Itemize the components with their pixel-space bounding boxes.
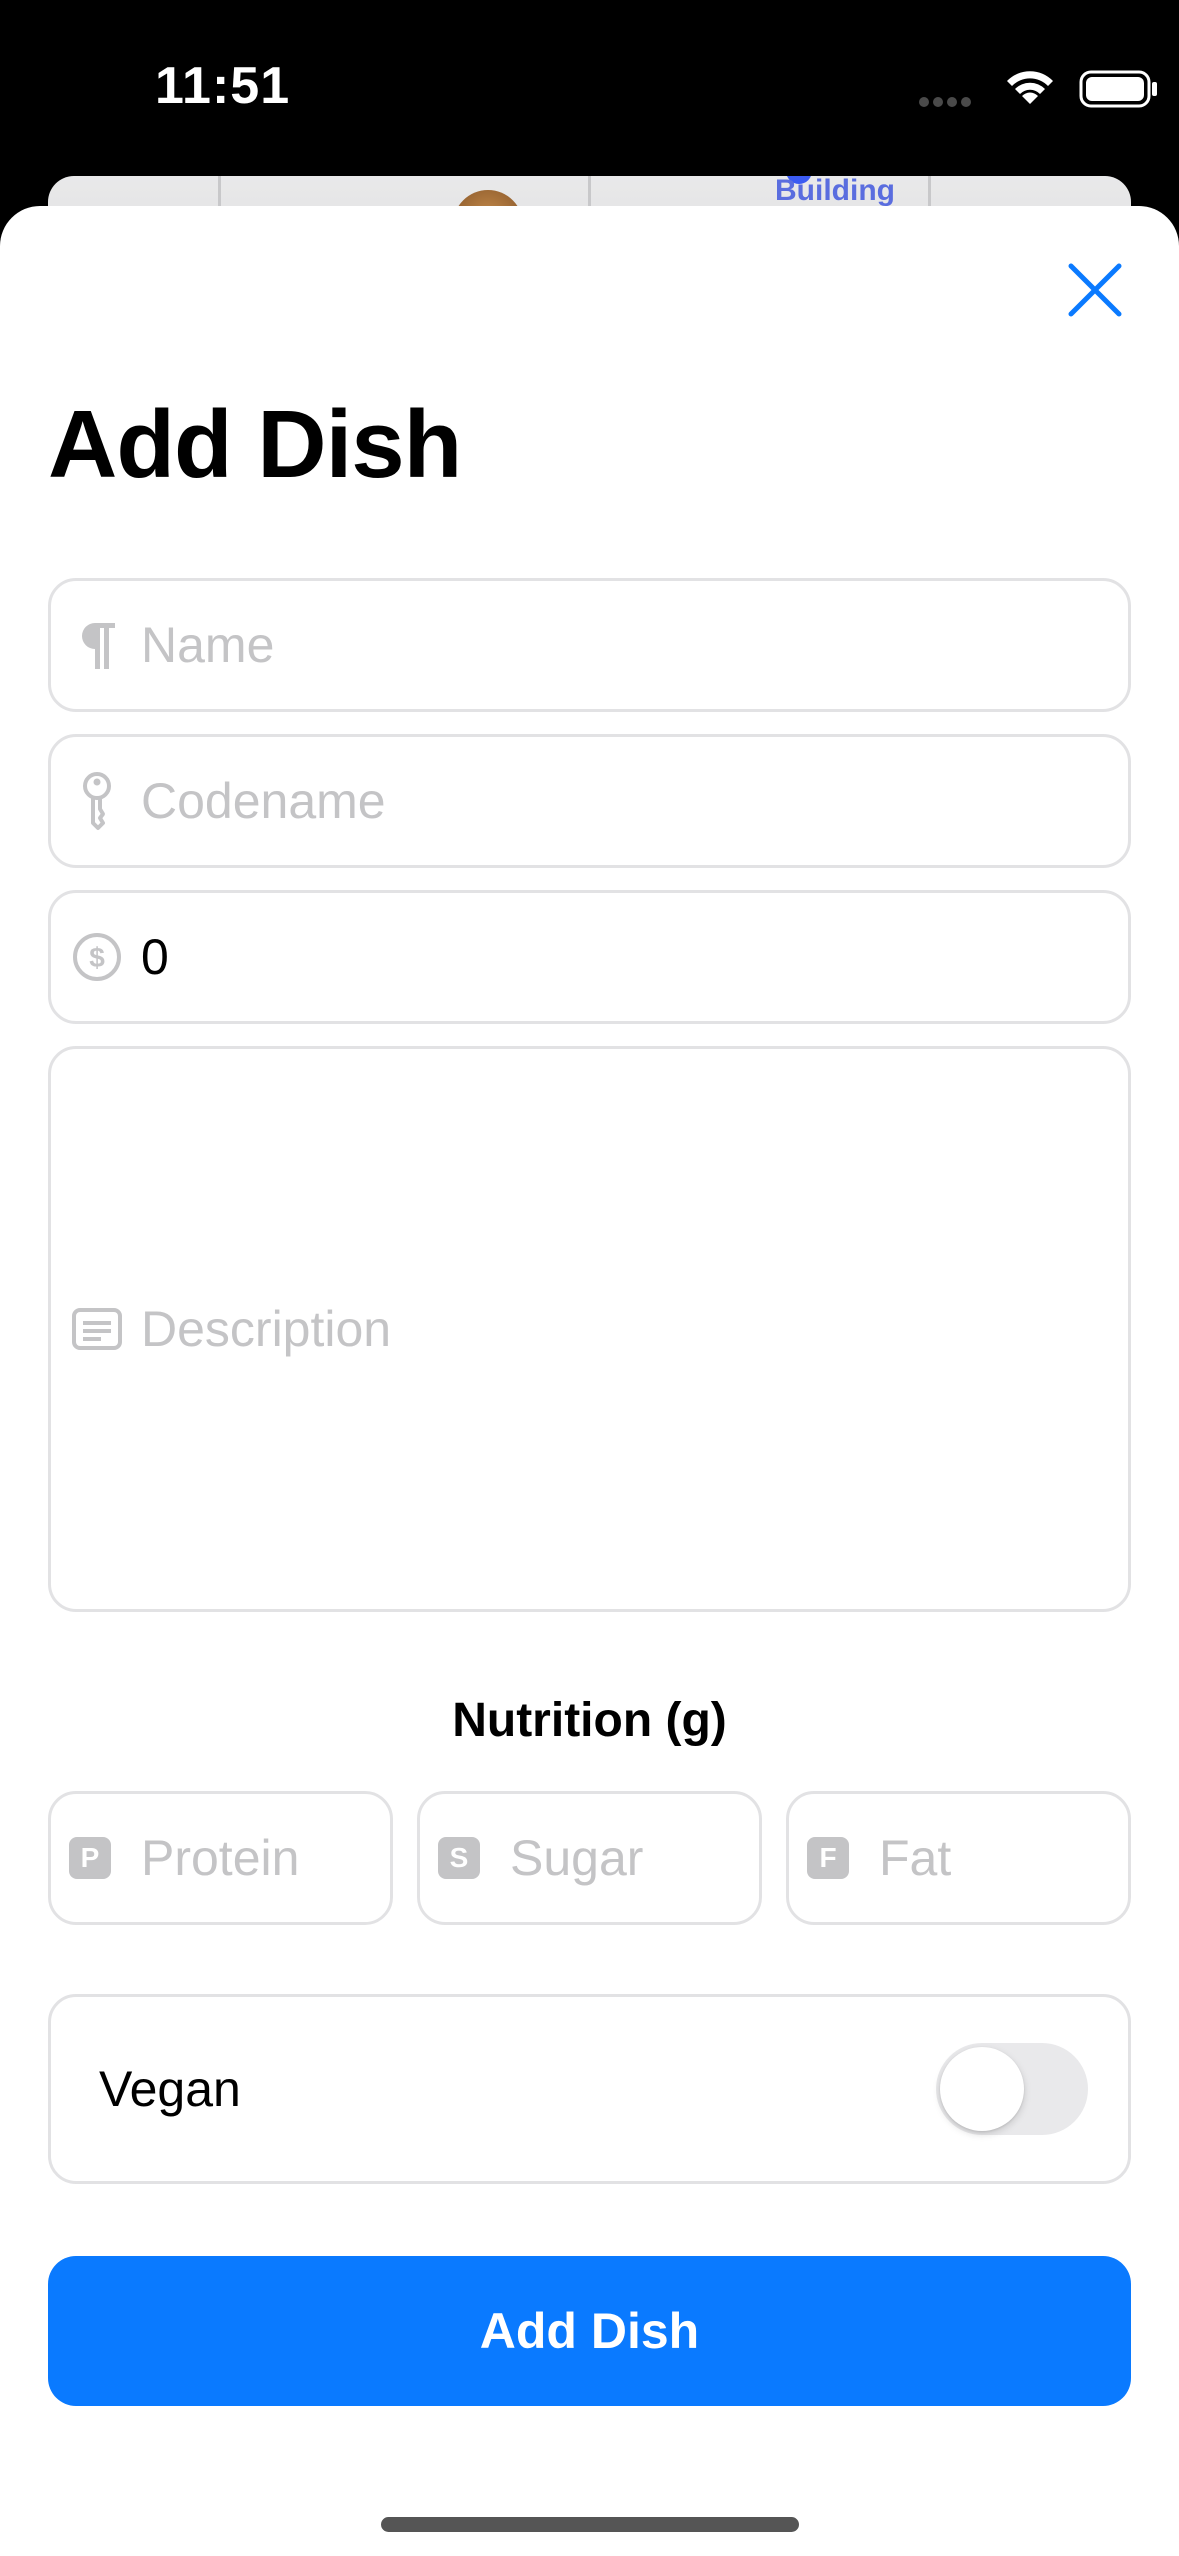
add-dish-button[interactable]: Add Dish (48, 2256, 1131, 2406)
vegan-label: Vegan (99, 2061, 241, 2117)
vegan-toggle[interactable] (936, 2043, 1088, 2135)
protein-field[interactable]: P Protein (48, 1791, 393, 1925)
codename-field[interactable]: Codename (48, 734, 1131, 868)
close-icon (1068, 263, 1122, 317)
close-button[interactable] (1062, 257, 1128, 323)
home-indicator[interactable] (381, 2517, 799, 2532)
name-field[interactable]: Name (48, 578, 1131, 712)
sugar-placeholder: Sugar (510, 1830, 644, 1886)
wifi-icon (1007, 71, 1053, 104)
status-time: 11:51 (155, 57, 291, 115)
protein-placeholder: Protein (141, 1830, 300, 1886)
battery-icon (1079, 70, 1157, 108)
toggle-knob (940, 2047, 1024, 2131)
codename-placeholder: Codename (141, 773, 386, 829)
vegan-row: Vegan (48, 1994, 1131, 2184)
status-bar: 11:51 (0, 0, 1179, 180)
paragraph-icon (69, 617, 125, 673)
sugar-badge-icon: S (438, 1837, 480, 1879)
sugar-field[interactable]: S Sugar (417, 1791, 762, 1925)
svg-text:$: $ (89, 942, 105, 973)
dollar-circle-icon: $ (69, 929, 125, 985)
map-place-label: Building (775, 176, 895, 207)
protein-badge-icon: P (69, 1837, 111, 1879)
name-placeholder: Name (141, 617, 275, 673)
cellular-signal-icon (919, 94, 979, 107)
price-field[interactable]: $ 0 (48, 890, 1131, 1024)
key-icon (69, 772, 125, 830)
price-value: 0 (141, 929, 169, 985)
description-field[interactable]: Description (48, 1046, 1131, 1612)
text-box-icon (69, 1301, 125, 1357)
nutrition-heading: Nutrition (g) (452, 1694, 727, 1747)
fat-badge-icon: F (807, 1837, 849, 1879)
fat-placeholder: Fat (879, 1830, 952, 1886)
fat-field[interactable]: F Fat (786, 1791, 1131, 1925)
page-title: Add Dish (48, 391, 462, 498)
description-placeholder: Description (141, 1301, 392, 1357)
